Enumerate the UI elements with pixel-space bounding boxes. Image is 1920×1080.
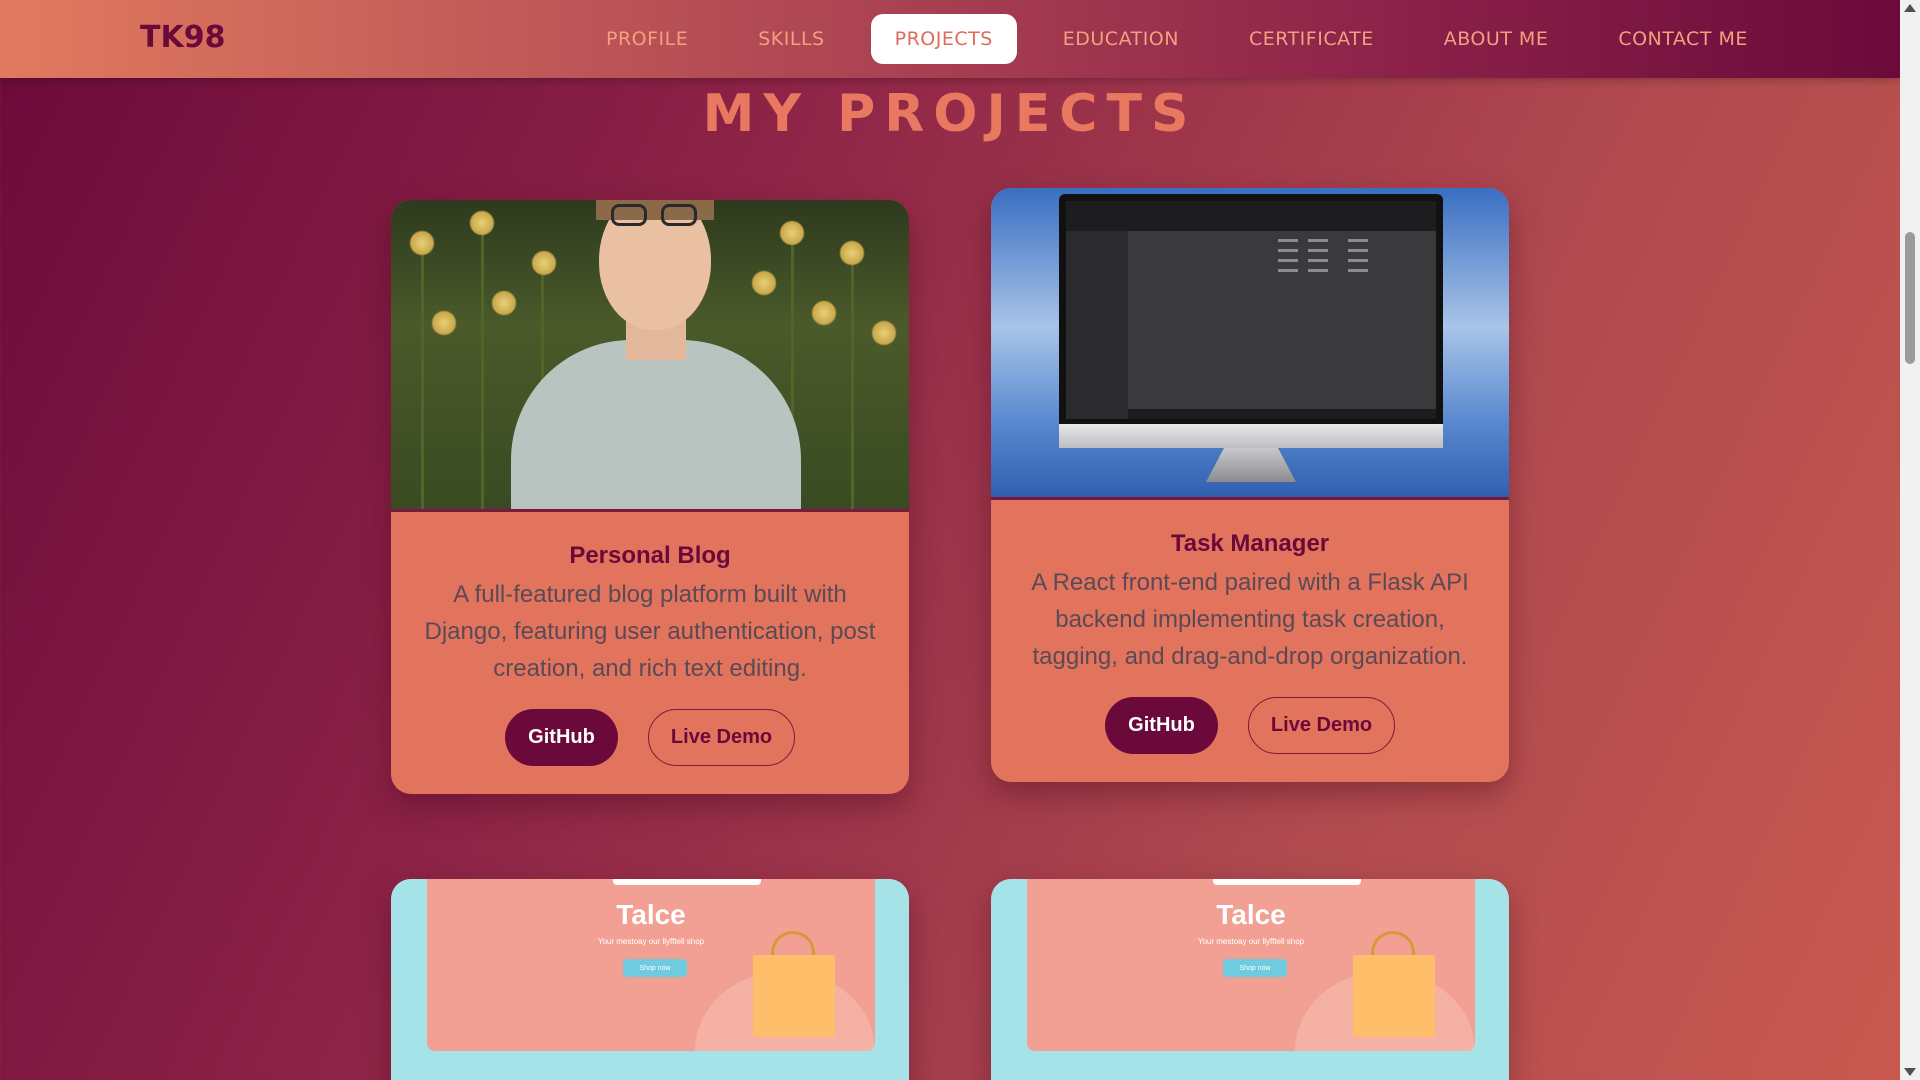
project-title: Task Manager (1170, 530, 1330, 557)
project-image-portrait (391, 200, 909, 512)
shop-title: Talce (1216, 899, 1286, 930)
nav-item-contact-me[interactable]: CONTACT ME (1594, 14, 1772, 64)
project-image-monitor (991, 188, 1509, 500)
github-button[interactable]: GitHub (1105, 697, 1218, 754)
scroll-down-arrow-icon[interactable] (1904, 1068, 1916, 1076)
nav-item-education[interactable]: EDUCATION (1039, 14, 1203, 64)
project-image-shop: Talce Your mestoay our llyfftell shop Sh… (991, 879, 1509, 1080)
nav-item-certificate[interactable]: CERTIFICATE (1225, 14, 1398, 64)
shop-title: Talce (616, 899, 686, 930)
scroll-up-arrow-icon[interactable] (1904, 4, 1916, 12)
page-scrollbar[interactable] (1900, 0, 1920, 1080)
project-card-shop-1: Talce Your mestoay our llyfftell shop Sh… (391, 879, 909, 1080)
page-title: MY PROJECTS (702, 84, 1198, 144)
shop-now-button: Shop now (623, 959, 687, 977)
project-title: Personal Blog (569, 542, 731, 569)
nav-item-about-me[interactable]: ABOUT ME (1420, 14, 1573, 64)
live-demo-button[interactable]: Live Demo (648, 709, 795, 766)
shop-now-button: Shop now (1223, 959, 1287, 977)
scroll-thumb[interactable] (1905, 232, 1915, 364)
project-card-shop-2: Talce Your mestoay our llyfftell shop Sh… (991, 879, 1509, 1080)
brand-logo[interactable]: TK98 (140, 20, 225, 55)
project-card-personal-blog: Personal Blog A full-featured blog platf… (391, 200, 909, 794)
live-demo-button[interactable]: Live Demo (1248, 697, 1395, 754)
top-navbar: TK98 PROFILE SKILLS PROJECTS EDUCATION C… (0, 0, 1900, 78)
nav-item-skills[interactable]: SKILLS (734, 14, 848, 64)
nav-item-projects[interactable]: PROJECTS (870, 14, 1017, 64)
project-description: A full-featured blog platform built with… (424, 581, 876, 682)
nav-item-profile[interactable]: PROFILE (582, 14, 712, 64)
nav-links: PROFILE SKILLS PROJECTS EDUCATION CERTIF… (582, 14, 1794, 64)
project-description: A React front-end paired with a Flask AP… (1031, 569, 1469, 670)
project-image-shop: Talce Your mestoay our llyfftell shop Sh… (391, 879, 909, 1080)
project-card-task-manager: Task Manager A React front-end paired wi… (991, 188, 1509, 782)
github-button[interactable]: GitHub (505, 709, 618, 766)
